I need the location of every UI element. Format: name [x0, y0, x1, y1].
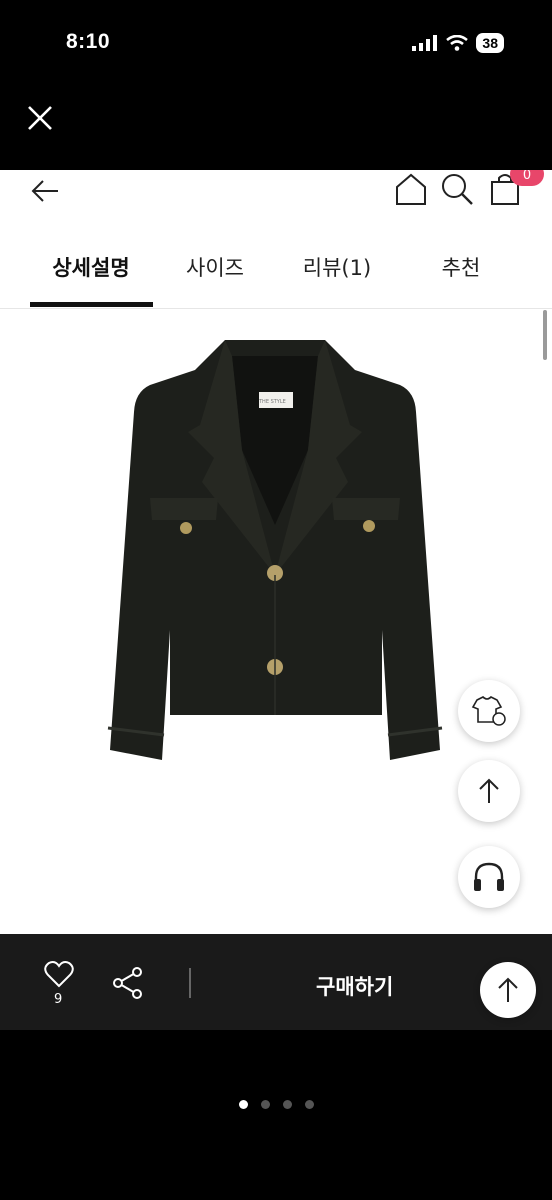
status-icons: 38 [412, 33, 504, 53]
page-dot[interactable] [260, 1100, 270, 1109]
home-icon[interactable] [394, 172, 428, 206]
size-guide-button[interactable] [458, 680, 520, 742]
wifi-icon [446, 35, 469, 51]
scroll-top-button[interactable] [458, 760, 520, 822]
arrow-up-icon [479, 778, 499, 803]
tab-divider [0, 308, 552, 309]
cart-count-badge: 0 [510, 170, 544, 186]
close-icon[interactable] [22, 100, 58, 136]
tab-recommend[interactable]: 추천 [392, 252, 530, 282]
active-tab-indicator [30, 302, 153, 307]
customer-service-button[interactable] [458, 846, 520, 908]
divider [189, 968, 191, 998]
arrow-up-icon [498, 977, 518, 1002]
size-guide-icon [471, 696, 506, 726]
scrollbar[interactable] [543, 310, 547, 360]
tab-size[interactable]: 사이즈 [146, 252, 284, 282]
back-arrow-icon[interactable] [30, 178, 60, 204]
tab-detail[interactable]: 상세설명 [22, 252, 160, 282]
signal-icon [412, 35, 438, 51]
page-dot[interactable] [238, 1100, 248, 1109]
bottom-scroll-top-button[interactable] [480, 962, 536, 1018]
battery-indicator: 38 [476, 33, 504, 53]
product-page: 0 상세설명 사이즈 리뷰(1) 추천 THE STYLE [0, 170, 552, 934]
search-icon[interactable] [440, 172, 474, 206]
buy-button[interactable]: 구매하기 [316, 971, 393, 1001]
tab-review[interactable]: 리뷰(1) [268, 252, 406, 282]
like-count: 9 [54, 992, 63, 1007]
status-time: 8:10 [66, 30, 111, 53]
heart-icon[interactable] [44, 960, 74, 988]
share-icon[interactable] [112, 966, 144, 1000]
page-dot[interactable] [282, 1100, 292, 1109]
headset-icon [474, 862, 504, 891]
page-indicator [0, 1100, 552, 1109]
bottom-action-bar: 9 구매하기 [0, 934, 552, 1030]
jacket-label-text: THE STYLE [259, 399, 286, 405]
page-dot[interactable] [304, 1100, 314, 1109]
